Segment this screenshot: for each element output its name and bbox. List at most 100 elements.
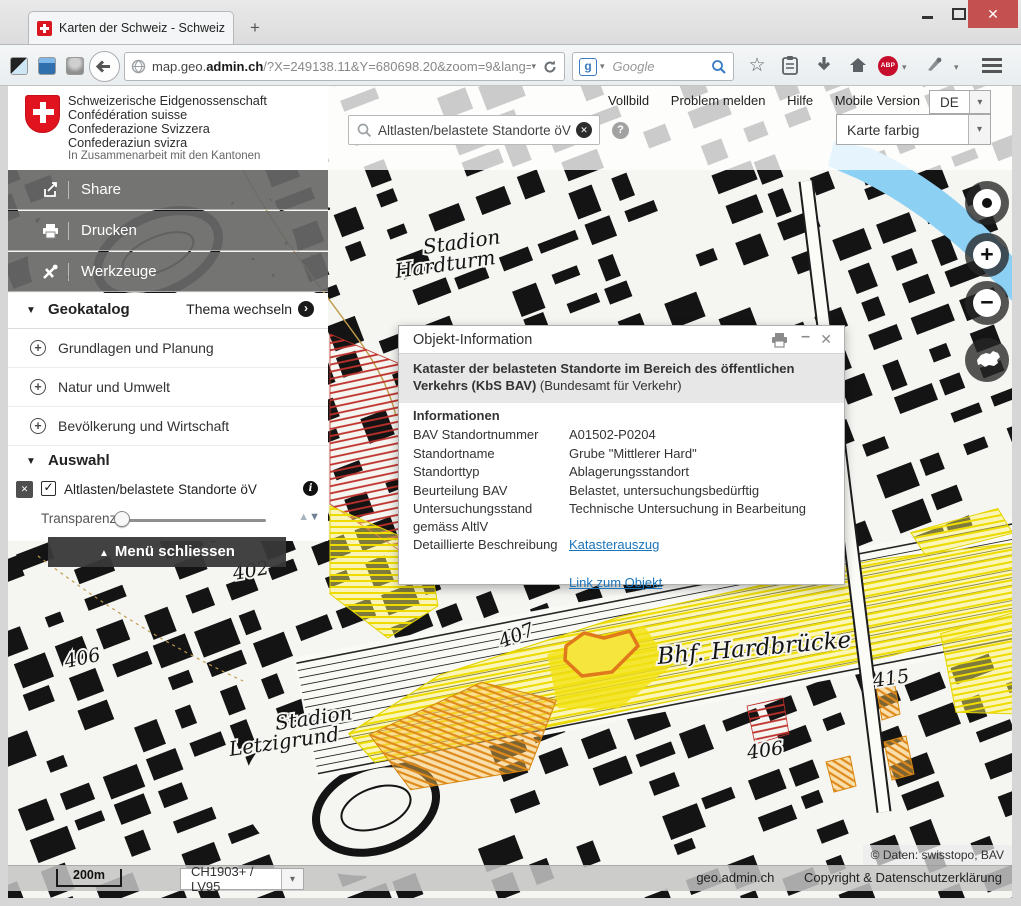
sidebar-item-share[interactable]: Share xyxy=(8,170,328,210)
projection-select[interactable]: CH1903+ / LV95 ▾ xyxy=(180,868,304,890)
object-link[interactable]: Link zum Objekt xyxy=(569,575,662,590)
geocatalog-header[interactable]: ▼ Geokatalog Thema wechseln › xyxy=(8,293,328,329)
catalog-item-natur[interactable]: + Natur und Umwelt xyxy=(8,368,328,407)
new-tab-button[interactable]: + xyxy=(242,17,268,39)
expand-plus-icon[interactable]: + xyxy=(30,418,46,434)
swiss-coat-of-arms xyxy=(25,95,60,133)
info-label: Standortname xyxy=(413,445,565,463)
object-information-popup: Objekt-Information – ✕ Kataster der bela… xyxy=(398,325,845,585)
triangle-down-icon: ▼ xyxy=(26,456,36,467)
extension-icon-3[interactable] xyxy=(66,57,84,75)
zoom-out-button[interactable]: − xyxy=(965,281,1009,325)
search-input[interactable] xyxy=(376,122,576,139)
window-minimize-button[interactable] xyxy=(912,0,942,28)
transparency-slider-thumb[interactable] xyxy=(114,511,130,527)
expand-plus-icon[interactable]: + xyxy=(30,340,46,356)
geoadmin-link[interactable]: geo.admin.ch xyxy=(696,870,774,885)
geolocate-button[interactable] xyxy=(965,181,1009,225)
adblock-plus-icon[interactable]: ABP xyxy=(878,56,898,76)
magnifier-icon[interactable] xyxy=(711,59,727,75)
addon-dropdown-icon[interactable]: ▾ xyxy=(954,62,959,73)
kataster-auszug-link[interactable]: Katasterauszug xyxy=(569,537,659,552)
extension-icon-1[interactable] xyxy=(10,57,28,75)
remove-layer-button[interactable]: ✕ xyxy=(16,481,33,498)
cooperation-note: In Zusammenarbeit mit den Kantonen xyxy=(68,150,260,162)
zoom-in-button[interactable]: + xyxy=(965,233,1009,277)
catalog-item-bevoelkerung[interactable]: + Bevölkerung und Wirtschaft xyxy=(8,407,328,446)
reload-icon[interactable] xyxy=(542,59,558,75)
url-bar[interactable]: map.geo.admin.ch/?X=249138.11&Y=680698.2… xyxy=(124,52,565,81)
link-problem-melden[interactable]: Problem melden xyxy=(671,93,766,108)
bottom-bar: 200m CH1903+ / LV95 ▾ geo.admin.ch Copyr… xyxy=(8,865,1012,891)
abp-dropdown-icon[interactable]: ▾ xyxy=(902,62,907,73)
sidebar-item-werkzeuge[interactable]: Werkzeuge xyxy=(8,252,328,292)
site-header-left: Schweizerische Eidgenossenschaft Confédé… xyxy=(8,86,328,170)
geocatalog-panel: ▼ Geokatalog Thema wechseln › + Grundlag… xyxy=(8,293,328,541)
org-line: Schweizerische Eidgenossenschaft xyxy=(68,94,267,109)
popup-header[interactable]: Objekt-Information – ✕ xyxy=(399,326,844,354)
engine-dropdown-icon[interactable]: ▾ xyxy=(600,61,605,72)
browser-tab[interactable]: Karten der Schweiz - Schweize... xyxy=(28,11,234,44)
back-button[interactable] xyxy=(89,51,120,82)
link-hilfe[interactable]: Hilfe xyxy=(787,93,813,108)
close-menu-button[interactable]: ▲Menü schliessen xyxy=(48,537,286,567)
browser-search-bar[interactable]: g ▾ Google xyxy=(572,52,734,81)
search-icon xyxy=(357,123,372,138)
downloads-icon[interactable] xyxy=(812,55,836,77)
divider xyxy=(68,222,69,240)
chevron-down-icon: ▾ xyxy=(969,91,990,113)
close-popup-icon[interactable]: ✕ xyxy=(820,331,832,348)
url-dropdown-icon[interactable]: ▾ xyxy=(531,61,536,72)
section-title: Informationen xyxy=(413,408,831,423)
swiss-flag-favicon xyxy=(37,21,52,36)
search-help-icon[interactable]: ? xyxy=(612,122,629,139)
site-globe-icon xyxy=(131,59,146,74)
print-icon[interactable] xyxy=(771,332,788,353)
catalog-item-grundlagen[interactable]: + Grundlagen und Planung xyxy=(8,329,328,368)
info-value: A01502-P0204 xyxy=(569,426,831,444)
search-placeholder: Google xyxy=(613,59,711,74)
selection-header[interactable]: ▼ Auswahl xyxy=(8,446,328,479)
divider xyxy=(68,263,69,281)
minimize-popup-icon[interactable]: – xyxy=(801,328,810,346)
window-close-button[interactable]: ✕ xyxy=(968,0,1018,28)
info-label: Untersuchungsstand gemäss AltlV xyxy=(413,500,565,535)
chevron-right-icon: › xyxy=(298,301,314,317)
addon-icon[interactable] xyxy=(922,55,946,77)
copyright-link[interactable]: Copyright & Datenschutzerklärung xyxy=(804,870,1002,885)
info-value: Belastet, untersuchungsbedürftig xyxy=(569,482,831,500)
minus-icon: − xyxy=(973,289,1001,317)
triangle-up-icon: ▲ xyxy=(99,548,109,559)
change-theme-link[interactable]: Thema wechseln › xyxy=(186,301,314,317)
map-style-select[interactable]: Karte farbig ▾ xyxy=(836,114,991,145)
triangle-down-icon: ▼ xyxy=(26,305,36,316)
transparency-slider-track[interactable] xyxy=(120,519,266,522)
home-icon[interactable] xyxy=(846,55,870,77)
link-mobile-version[interactable]: Mobile Version xyxy=(835,93,920,108)
clear-search-icon[interactable]: ✕ xyxy=(576,122,592,138)
popup-body: Informationen BAV Standortnummer A01502-… xyxy=(413,408,831,591)
zoom-to-switzerland-button[interactable] xyxy=(965,338,1009,382)
link-vollbild[interactable]: Vollbild xyxy=(608,93,649,108)
map-search-box[interactable]: ✕ xyxy=(348,115,600,145)
sidebar-item-drucken[interactable]: Drucken xyxy=(8,211,328,251)
menu-hamburger-icon[interactable] xyxy=(982,58,1004,74)
language-select[interactable]: DE ▾ xyxy=(929,90,991,114)
layer-info-icon[interactable]: i xyxy=(303,481,318,496)
tab-title: Karten der Schweiz - Schweize... xyxy=(59,21,225,35)
google-engine-icon[interactable]: g xyxy=(579,58,597,76)
extension-icon-2[interactable] xyxy=(38,57,56,75)
layer-label: Altlasten/belastete Standorte öV xyxy=(64,482,257,497)
locate-dot-icon xyxy=(982,198,992,208)
bookmark-star-icon[interactable]: ☆ xyxy=(745,55,769,77)
layer-checkbox[interactable]: ✓ xyxy=(41,481,56,496)
footer-links: geo.admin.ch Copyright & Datenschutzerkl… xyxy=(670,870,1002,885)
expand-plus-icon[interactable]: + xyxy=(30,379,46,395)
printer-icon xyxy=(40,223,60,239)
move-down-icon: ▼ xyxy=(309,511,320,523)
layer-order-arrows[interactable]: ▲▼ xyxy=(298,511,320,523)
bookmarks-clipboard-icon[interactable] xyxy=(778,55,802,77)
window-titlebar: Karten der Schweiz - Schweize... + ✕ xyxy=(0,0,1021,44)
chevron-down-icon: ▾ xyxy=(281,869,303,889)
browser-window: Karten der Schweiz - Schweize... + ✕ map… xyxy=(0,0,1021,906)
